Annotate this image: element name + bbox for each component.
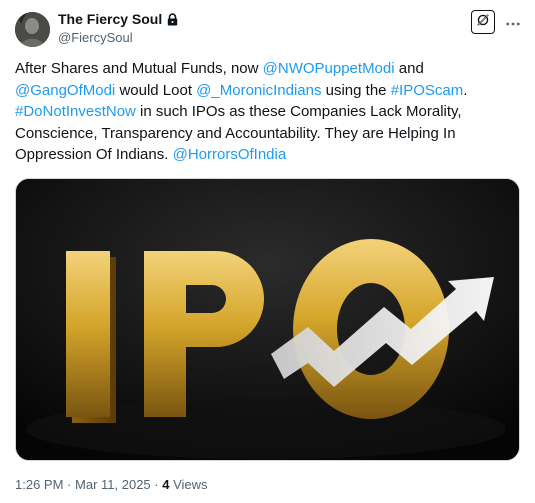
grok-icon — [476, 13, 490, 32]
meta-separator: · — [154, 477, 159, 492]
grok-button[interactable] — [471, 10, 495, 34]
tweet-meta: 1:26 PM · Mar 11, 2025 · 4 Views — [15, 477, 208, 493]
more-button[interactable] — [503, 12, 523, 32]
tweet-text-segment: and — [394, 60, 424, 77]
meta-separator: · — [67, 477, 72, 492]
tweet-date[interactable]: Mar 11, 2025 — [75, 477, 151, 492]
more-dots-icon — [506, 13, 520, 31]
author-display-name[interactable]: The Fiercy Soul — [58, 11, 162, 28]
ipo-rising-arrow-image — [16, 179, 519, 460]
tweet-text-segment: using the — [321, 81, 391, 99]
views-count: 4 — [162, 477, 170, 492]
mention-link-moronicindians[interactable]: @_MoronicIndians — [196, 82, 321, 99]
tweet-text-segment: would Loot — [115, 81, 197, 99]
tweet-media-image[interactable] — [15, 178, 520, 461]
avatar[interactable] — [15, 12, 50, 47]
author-handle[interactable]: @FiercySoul — [58, 30, 133, 46]
mention-link-gangofmodi[interactable]: @GangOfModi — [15, 82, 115, 99]
views-label[interactable]: Views — [173, 477, 207, 492]
mention-link-horrorsofindia[interactable]: @HorrorsOfIndia — [173, 146, 287, 163]
tweet-text-segment: After Shares and Mutual Funds, now — [15, 60, 263, 77]
lock-icon — [167, 13, 178, 26]
tweet-time[interactable]: 1:26 PM — [15, 477, 63, 492]
tweet-text: After Shares and Mutual Funds, now @NWOP… — [15, 58, 515, 166]
hashtag-link-donotinvestnow[interactable]: #DoNotInvestNow — [15, 103, 136, 120]
author-name-row[interactable]: The Fiercy Soul — [58, 11, 178, 28]
mention-link-nwopuppetmodi[interactable]: @NWOPuppetModi — [263, 60, 395, 77]
hashtag-link-iposcam[interactable]: #IPOScam — [391, 82, 464, 99]
tweet-text-segment: . — [463, 81, 468, 99]
